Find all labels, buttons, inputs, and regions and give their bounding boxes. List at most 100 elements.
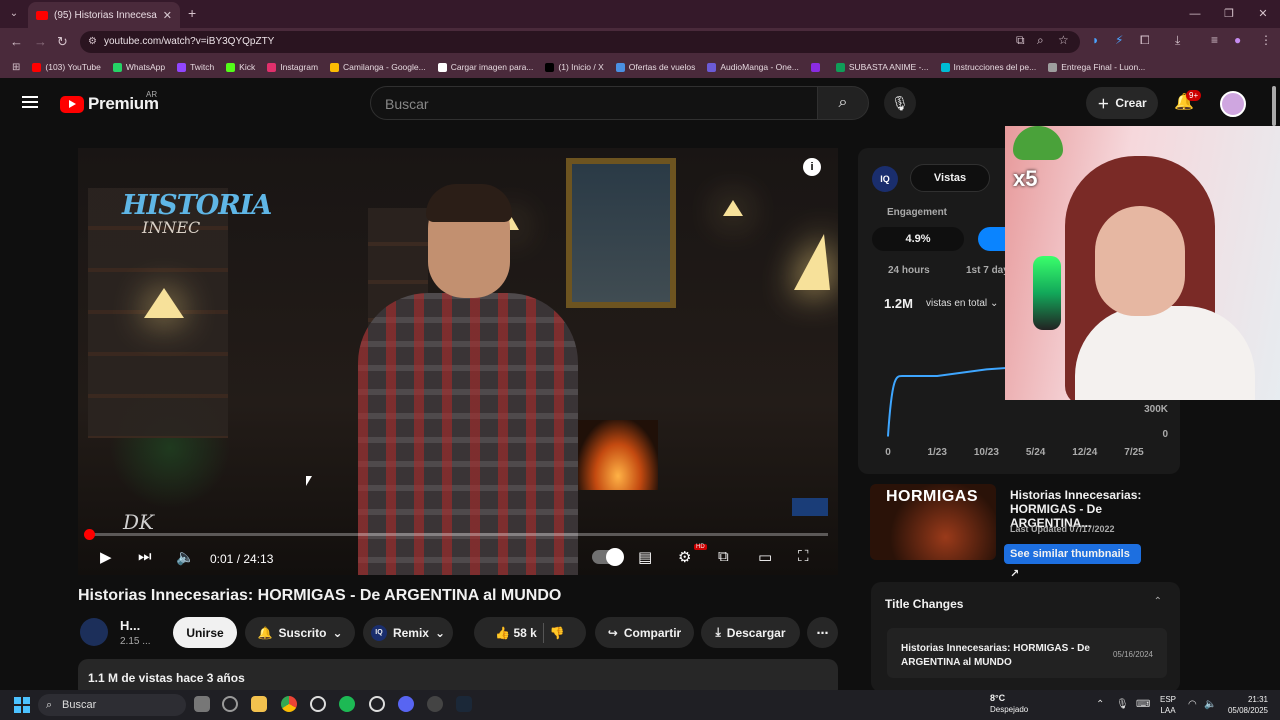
voice-search-button[interactable]: 🎙 bbox=[884, 87, 916, 119]
x-tick-label: 0 bbox=[885, 447, 891, 458]
browser-tab[interactable]: (95) Historias Innecesarias: HORMIGAS ✕ bbox=[28, 2, 180, 28]
views-data-point bbox=[887, 435, 889, 437]
channel-avatar[interactable] bbox=[80, 618, 108, 646]
search-input[interactable]: Buscar bbox=[370, 86, 818, 120]
video-thumbnail[interactable]: HORMIGAS bbox=[870, 484, 996, 560]
thumbs-down-icon[interactable]: 👎 bbox=[550, 626, 565, 640]
obs-icon[interactable] bbox=[310, 696, 326, 712]
bookmark-item[interactable]: AudioManga - One... bbox=[707, 62, 799, 72]
next-icon[interactable]: ⏭ bbox=[138, 548, 152, 565]
page-scrollbar[interactable] bbox=[1272, 86, 1276, 126]
tray-chevron-icon[interactable]: ⌃ bbox=[1096, 699, 1104, 710]
install-icon[interactable]: ⧉ bbox=[1016, 33, 1025, 48]
download-button[interactable]: ⤓ Descargar bbox=[701, 617, 800, 648]
bookmark-item[interactable]: (1) Inicio / X bbox=[545, 62, 604, 72]
tab-search-icon[interactable]: ⌄ bbox=[6, 6, 22, 22]
remix-button[interactable]: IQ Remix ⌄ bbox=[363, 617, 453, 648]
download-icon[interactable]: ⤓ bbox=[1175, 33, 1180, 48]
range-24-hours[interactable]: 24 hours bbox=[888, 265, 930, 276]
settings-gear-icon[interactable]: ⚙ bbox=[678, 548, 691, 566]
language-indicator[interactable]: ESP LAA bbox=[1160, 694, 1176, 716]
menu-hamburger-icon[interactable] bbox=[22, 96, 38, 108]
file-explorer-icon[interactable] bbox=[251, 696, 267, 712]
apps-grid-icon[interactable]: ⊞ bbox=[12, 62, 20, 73]
zoom-icon[interactable]: ⌕ bbox=[1037, 33, 1044, 48]
profile-icon[interactable]: ● bbox=[1234, 33, 1241, 47]
bookmark-item[interactable]: Entrega Final - Luon... bbox=[1048, 62, 1145, 72]
obs-icon[interactable] bbox=[369, 696, 385, 712]
forward-icon[interactable]: → bbox=[34, 34, 47, 49]
tab-views[interactable]: Vistas bbox=[910, 164, 990, 192]
app-icon[interactable] bbox=[427, 696, 443, 712]
minimize-icon[interactable]: — bbox=[1178, 0, 1212, 28]
subtitles-icon[interactable]: ▤ bbox=[638, 548, 652, 566]
channel-name[interactable]: H... bbox=[120, 618, 140, 633]
bookmark-item[interactable]: Instagram bbox=[267, 62, 318, 72]
channel-watermark[interactable] bbox=[792, 498, 828, 516]
task-view-icon[interactable] bbox=[194, 696, 210, 712]
weather-widget[interactable]: 8°C Despejado bbox=[990, 693, 1028, 715]
bookmark-star-icon[interactable]: ☆ bbox=[1058, 33, 1069, 47]
discord-icon[interactable] bbox=[398, 696, 414, 712]
extension-icon[interactable]: ◗ bbox=[1092, 33, 1099, 47]
browser-menu-icon[interactable]: ⋮ bbox=[1260, 33, 1272, 47]
total-views-dropdown[interactable]: vistas en total ⌄ bbox=[926, 298, 998, 309]
like-button[interactable]: 👍 58 k bbox=[495, 626, 537, 640]
miniplayer-icon[interactable]: ⧉ bbox=[718, 548, 729, 565]
range-first-7-days[interactable]: 1st 7 day bbox=[966, 265, 1009, 276]
portrait-painting bbox=[566, 158, 676, 308]
microphone-icon[interactable]: 🎙 bbox=[1116, 699, 1129, 710]
see-similar-thumbnails-button[interactable]: See similar thumbnails ↗ bbox=[1004, 544, 1141, 580]
join-button[interactable]: Unirse bbox=[173, 617, 237, 648]
volume-icon[interactable]: 🔈 bbox=[1204, 699, 1216, 710]
windows-start-icon[interactable] bbox=[14, 697, 30, 713]
extension-icon[interactable]: ⚡ bbox=[1115, 33, 1123, 47]
bookmark-item[interactable]: (103) YouTube bbox=[32, 62, 101, 72]
close-window-icon[interactable]: ✕ bbox=[1246, 0, 1280, 28]
subscribed-button[interactable]: 🔔 Suscrito ⌄ bbox=[245, 617, 355, 648]
new-tab-button[interactable]: + bbox=[188, 5, 196, 21]
user-avatar[interactable] bbox=[1220, 91, 1246, 117]
bookmark-item[interactable]: WhatsApp bbox=[112, 62, 165, 72]
play-icon[interactable]: ▶ bbox=[100, 548, 112, 566]
progress-scrubber[interactable] bbox=[83, 529, 95, 540]
taskbar-search[interactable]: ⌕ Buscar bbox=[38, 694, 186, 716]
site-info-icon[interactable]: ⚙ bbox=[88, 31, 97, 53]
bookmark-item[interactable] bbox=[810, 62, 824, 72]
autoplay-toggle[interactable] bbox=[592, 548, 624, 566]
vidiq-logo[interactable]: IQ bbox=[872, 166, 898, 192]
create-button[interactable]: ＋ Crear bbox=[1086, 87, 1158, 119]
back-icon[interactable]: ← bbox=[10, 34, 23, 49]
volume-icon[interactable]: 🔈 bbox=[176, 548, 195, 566]
share-button[interactable]: ↪ Compartir bbox=[595, 617, 694, 648]
video-player[interactable]: HISTORIA INNEC DK i ▶ ⏭ 🔈 0:01 / 24:13 ▤… bbox=[78, 148, 838, 575]
bookmark-item[interactable]: Twitch bbox=[177, 62, 214, 72]
keyboard-icon[interactable]: ⌨ bbox=[1136, 699, 1150, 710]
wifi-icon[interactable]: ◠ bbox=[1188, 699, 1197, 710]
info-icon[interactable]: i bbox=[803, 158, 821, 176]
bookmark-item[interactable]: Ofertas de vuelos bbox=[615, 62, 695, 72]
search-button[interactable]: ⌕ bbox=[817, 86, 869, 120]
bookmark-item[interactable]: Cargar imagen para... bbox=[437, 62, 533, 72]
fullscreen-icon[interactable]: ⛶ bbox=[798, 548, 809, 565]
chrome-icon[interactable] bbox=[281, 696, 297, 712]
reload-icon[interactable]: ↻ bbox=[57, 34, 68, 50]
steam-icon[interactable] bbox=[456, 696, 472, 712]
bookmark-item[interactable]: Instrucciones del pe... bbox=[940, 62, 1036, 72]
system-clock[interactable]: 21:31 05/08/2025 bbox=[1224, 694, 1268, 716]
chevron-up-icon[interactable]: ⌃ bbox=[1154, 596, 1162, 607]
progress-bar[interactable] bbox=[83, 529, 828, 540]
reading-list-icon[interactable]: ≡ bbox=[1211, 33, 1218, 47]
extensions-puzzle-icon[interactable]: ⧠ bbox=[1140, 33, 1150, 48]
close-tab-icon[interactable]: ✕ bbox=[163, 9, 172, 22]
settings-app-icon[interactable] bbox=[222, 696, 238, 712]
more-actions-button[interactable]: ⋯ bbox=[807, 617, 838, 648]
theater-mode-icon[interactable]: ▭ bbox=[758, 548, 772, 566]
restore-icon[interactable]: ❐ bbox=[1212, 0, 1246, 28]
url-input[interactable]: ⚙ youtube.com/watch?v=iBY3QYQpZTY bbox=[80, 31, 1080, 53]
bookmark-item[interactable]: Camilanga - Google... bbox=[330, 62, 426, 72]
bookmark-item[interactable]: Kick bbox=[226, 62, 255, 72]
bookmark-item[interactable]: SUBASTA ANIME -... bbox=[835, 62, 929, 72]
spotify-icon[interactable] bbox=[339, 696, 355, 712]
youtube-premium-logo[interactable]: Premium AR bbox=[60, 90, 159, 114]
